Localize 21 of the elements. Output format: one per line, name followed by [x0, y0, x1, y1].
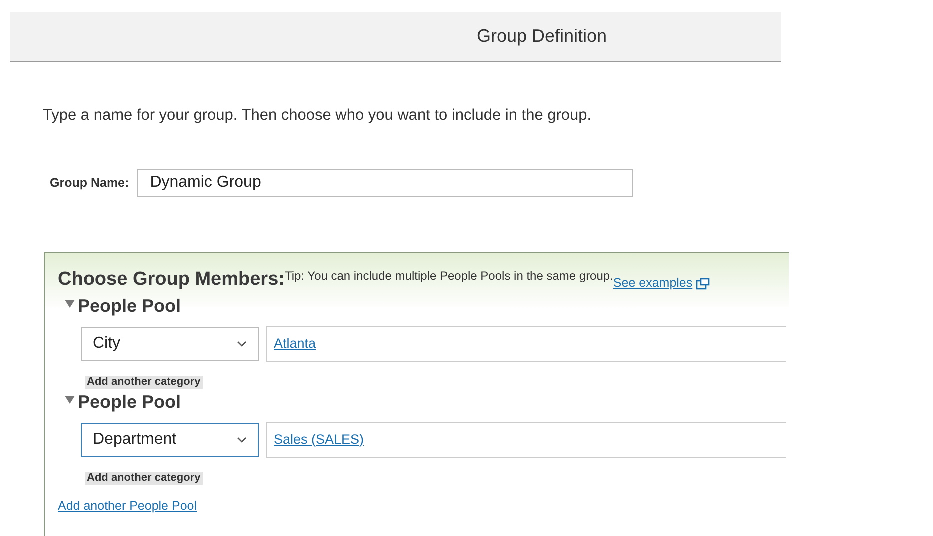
page-title: Group Definition: [477, 25, 608, 48]
section-heading: People Pool: [78, 295, 182, 317]
add-pool-link[interactable]: Add another People Pool: [58, 497, 197, 516]
section-heading: People Pool: [78, 391, 182, 413]
see-examples-link[interactable]: See examples: [613, 274, 710, 293]
caret-icon: [237, 341, 247, 347]
panel-title: Choose Group Members:: [58, 269, 285, 292]
value-link[interactable]: Sales (SALES): [274, 430, 364, 450]
tip-text: Tip: You can include multiple People Pools in the same group.: [284, 268, 614, 286]
caret-icon: [237, 437, 247, 443]
instruction-text: Type a name for your group. Then choose who you want to include in the group.: [43, 106, 593, 126]
group-name-field[interactable]: Dynamic Group: [137, 169, 634, 198]
category-dropdown[interactable]: City: [81, 327, 259, 361]
value-link[interactable]: Atlanta: [274, 334, 316, 354]
new-window-icon: [696, 278, 710, 290]
expanded-triangle-icon[interactable]: [65, 300, 75, 308]
expanded-triangle-icon[interactable]: [65, 396, 75, 404]
add-category-button[interactable]: Add another category: [85, 472, 203, 485]
category-dropdown[interactable]: Department: [81, 423, 259, 457]
add-category-button[interactable]: Add another category: [85, 376, 203, 389]
field-label: Group Name:: [50, 174, 130, 192]
